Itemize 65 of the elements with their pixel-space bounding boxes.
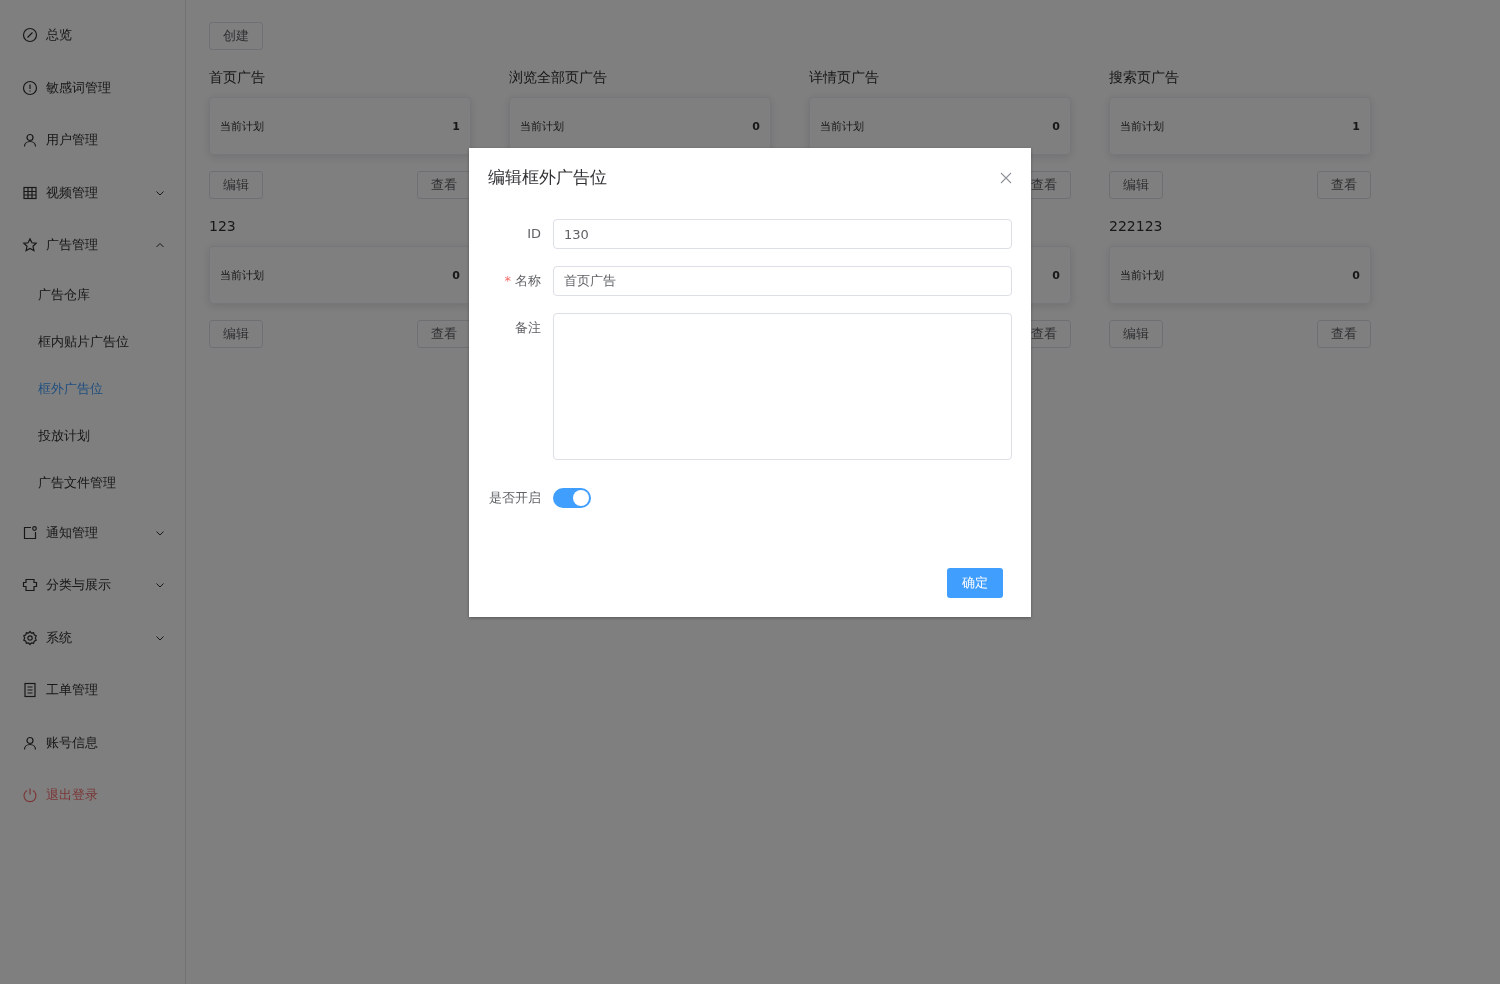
field-label: 名称 — [515, 272, 541, 290]
printer-icon — [22, 577, 38, 594]
menu-item[interactable]: 视频管理 — [0, 166, 185, 219]
menu-item[interactable]: 框内贴片广告位 — [0, 318, 185, 366]
slot-title: 详情页广告 — [809, 68, 880, 87]
plan-label: 当前计划 — [520, 118, 564, 134]
edit-button[interactable]: 编辑 — [209, 320, 263, 348]
notification-icon — [22, 524, 38, 541]
menu-item[interactable]: 广告仓库 — [0, 271, 185, 319]
text-field[interactable]: 首页广告 — [553, 266, 1012, 296]
field-label: 备注 — [515, 319, 541, 337]
star-icon — [22, 237, 38, 254]
close-icon[interactable] — [1000, 171, 1012, 184]
view-button[interactable]: 查看 — [1317, 171, 1371, 199]
slot-title: 222123 — [1109, 217, 1164, 236]
menu-item[interactable]: 通知管理 — [0, 506, 185, 559]
plan-label: 当前计划 — [1120, 118, 1164, 134]
field-label: 是否开启 — [489, 489, 541, 507]
menu-item[interactable]: 广告管理 — [0, 219, 185, 272]
document-icon — [22, 682, 38, 699]
menu-item[interactable]: 工单管理 — [0, 664, 185, 717]
plan-label: 当前计划 — [1120, 267, 1164, 283]
menu-item[interactable]: 系统 — [0, 611, 185, 664]
plan-label: 当前计划 — [220, 267, 264, 283]
plan-label: 当前计划 — [220, 118, 264, 134]
edit-button[interactable]: 编辑 — [1109, 171, 1163, 199]
edit-button[interactable]: 编辑 — [1109, 320, 1163, 348]
dialog-title: 编辑框外广告位 — [488, 166, 607, 189]
plan-count: 0 — [1052, 268, 1060, 282]
alert-icon — [22, 79, 38, 96]
required-mark: * — [504, 272, 511, 290]
slot-title: 浏览全部页广告 — [509, 68, 608, 87]
field-label: ID — [527, 225, 541, 243]
menu-item[interactable]: 广告文件管理 — [0, 459, 185, 507]
plan-count: 0 — [1052, 119, 1060, 133]
plan-count: 0 — [452, 268, 460, 282]
plan-label: 当前计划 — [820, 118, 864, 134]
menu-item[interactable]: 敏感词管理 — [0, 61, 185, 114]
edit-button[interactable]: 编辑 — [209, 171, 263, 199]
menu-item[interactable]: 投放计划 — [0, 412, 185, 460]
text-field[interactable]: 130 — [553, 219, 1012, 249]
plan-count: 0 — [752, 119, 760, 133]
user-icon — [22, 132, 38, 149]
plan-count: 1 — [1352, 119, 1360, 133]
view-button[interactable]: 查看 — [1317, 320, 1371, 348]
slot-title: 123 — [209, 217, 237, 236]
view-button[interactable]: 查看 — [417, 320, 471, 348]
menu-item[interactable]: 分类与展示 — [0, 559, 185, 612]
view-button[interactable]: 查看 — [417, 171, 471, 199]
remark-field[interactable] — [553, 313, 1012, 460]
compass-icon — [22, 27, 38, 44]
confirm-button[interactable]: 确定 — [947, 568, 1003, 598]
menu-item[interactable]: 账号信息 — [0, 716, 185, 769]
settings-icon — [22, 629, 38, 646]
menu-item[interactable]: 总览 — [0, 9, 185, 62]
menu-item[interactable]: 用户管理 — [0, 114, 185, 167]
toggle-switch[interactable] — [553, 488, 591, 508]
slot-title: 搜索页广告 — [1109, 68, 1180, 87]
user-icon — [22, 734, 38, 751]
grid-icon — [22, 184, 38, 201]
power-icon — [22, 787, 38, 804]
create-button[interactable]: 创建 — [209, 22, 263, 50]
slot-title: 首页广告 — [209, 68, 266, 87]
plan-count: 0 — [1352, 268, 1360, 282]
plan-count: 1 — [452, 119, 460, 133]
